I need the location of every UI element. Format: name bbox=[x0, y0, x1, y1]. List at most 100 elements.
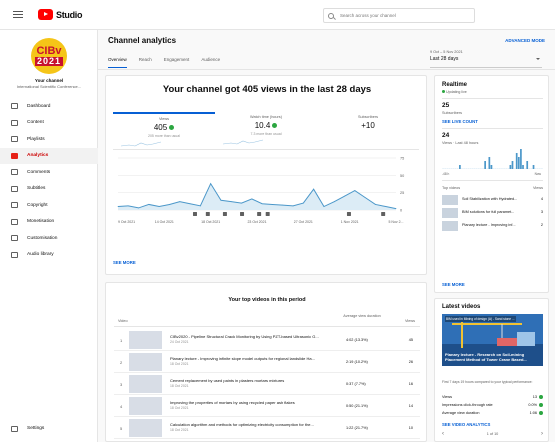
video-publish-marker[interactable] bbox=[265, 212, 270, 216]
realtime-bar[interactable] bbox=[477, 168, 480, 170]
video-publish-marker[interactable] bbox=[205, 212, 210, 216]
see-video-analytics-link[interactable]: SEE VIDEO ANALYTICS bbox=[442, 422, 490, 427]
tab-audience[interactable]: Audience bbox=[201, 57, 220, 68]
table-row[interactable]: 2 Planary lecture - Improving infinite sl… bbox=[114, 351, 420, 373]
table-row[interactable]: 4 Improving the properties of mortars by … bbox=[114, 395, 420, 417]
sidebar-item-customisation[interactable]: Customisation bbox=[0, 230, 98, 247]
realtime-video-row[interactable]: Planary lecture - Improving inf... 2 bbox=[442, 220, 543, 232]
realtime-bar[interactable] bbox=[467, 168, 470, 170]
realtime-bar[interactable] bbox=[471, 168, 474, 170]
advanced-mode-button[interactable]: ADVANCED MODE bbox=[505, 38, 545, 43]
realtime-bar[interactable] bbox=[461, 168, 463, 170]
realtime-see-more-link[interactable]: SEE MORE bbox=[442, 282, 465, 287]
metric-views[interactable]: Views 405 205 more than usual bbox=[113, 112, 215, 149]
realtime-bar[interactable] bbox=[490, 165, 493, 169]
video-publish-marker[interactable] bbox=[257, 212, 262, 216]
sidebar-item-subtitles[interactable]: Subtitles bbox=[0, 181, 98, 198]
realtime-bar[interactable] bbox=[465, 168, 468, 170]
tab-overview[interactable]: Overview bbox=[108, 57, 127, 68]
tab-reach[interactable]: Reach bbox=[139, 57, 152, 68]
realtime-bar[interactable] bbox=[482, 168, 484, 170]
video-thumbnail[interactable] bbox=[129, 331, 162, 349]
realtime-bar[interactable] bbox=[486, 168, 489, 170]
video-thumbnail[interactable] bbox=[129, 375, 162, 393]
sidebar-item-copyright[interactable]: Copyright bbox=[0, 197, 98, 214]
sidebar-item-dashboard[interactable]: Dashboard bbox=[0, 98, 98, 115]
video-thumbnail[interactable] bbox=[129, 419, 162, 437]
realtime-bar[interactable] bbox=[463, 168, 465, 170]
realtime-bar[interactable] bbox=[513, 168, 516, 170]
col-avd[interactable]: Average view duration bbox=[342, 314, 382, 319]
table-row[interactable]: 3 Cement replacement by used paints in pl… bbox=[114, 373, 420, 395]
realtime-bar[interactable] bbox=[454, 168, 457, 170]
realtime-bar[interactable] bbox=[524, 168, 526, 170]
metric-subscribers[interactable]: Subscribers +10 bbox=[317, 112, 419, 149]
realtime-bar[interactable] bbox=[522, 165, 524, 169]
realtime-bar[interactable] bbox=[473, 168, 476, 170]
realtime-bar[interactable] bbox=[469, 168, 472, 170]
realtime-bar[interactable] bbox=[501, 168, 503, 170]
sidebar-item-settings[interactable]: Settings bbox=[0, 421, 98, 436]
see-live-count-link[interactable]: SEE LIVE COUNT bbox=[442, 119, 478, 124]
video-publish-marker[interactable] bbox=[222, 212, 227, 216]
realtime-bar[interactable] bbox=[480, 168, 482, 170]
sidebar-item-comments[interactable]: Comments bbox=[0, 164, 98, 181]
channel-avatar[interactable]: CIBv 2021 bbox=[31, 38, 67, 74]
realtime-bar[interactable] bbox=[499, 168, 501, 170]
realtime-bar[interactable] bbox=[530, 168, 533, 170]
realtime-bar[interactable] bbox=[444, 168, 447, 170]
sidebar-item-playlists[interactable]: Playlists bbox=[0, 131, 98, 148]
video-title[interactable]: Improving the properties of mortars by u… bbox=[170, 400, 335, 405]
sidebar-item-monetisation[interactable]: Monetisation bbox=[0, 214, 98, 231]
video-thumbnail[interactable] bbox=[129, 397, 162, 415]
realtime-bar[interactable] bbox=[534, 168, 537, 170]
realtime-bar[interactable] bbox=[475, 168, 478, 170]
video-title[interactable]: CIBv2020 - Pipeline Structural Crack Mon… bbox=[170, 334, 335, 339]
video-title[interactable]: Calculation algorithm and methods for op… bbox=[170, 422, 335, 427]
realtime-bar[interactable] bbox=[484, 161, 486, 169]
realtime-bar[interactable] bbox=[526, 161, 529, 169]
realtime-bar[interactable] bbox=[509, 165, 512, 169]
realtime-bar[interactable] bbox=[496, 168, 499, 170]
video-publish-marker[interactable] bbox=[381, 212, 386, 216]
realtime-bar[interactable] bbox=[536, 168, 539, 170]
realtime-bar[interactable] bbox=[538, 168, 541, 170]
chevron-left-icon[interactable]: ‹ bbox=[442, 431, 444, 437]
realtime-bar[interactable] bbox=[442, 168, 444, 170]
realtime-bar[interactable] bbox=[492, 168, 495, 170]
video-thumbnail[interactable] bbox=[129, 353, 162, 371]
video-publish-marker[interactable] bbox=[192, 212, 197, 216]
realtime-video-row[interactable]: BIM solutions for full paramet... 3 bbox=[442, 207, 543, 219]
video-publish-marker[interactable] bbox=[240, 212, 245, 216]
sidebar-item-audio-library[interactable]: Audio library bbox=[0, 247, 98, 264]
realtime-bar[interactable] bbox=[541, 168, 543, 170]
latest-video-thumbnail[interactable]: BIM used in Mining of design (A) - Sand … bbox=[442, 314, 543, 366]
realtime-bar[interactable] bbox=[459, 165, 461, 169]
tab-engagement[interactable]: Engagement bbox=[164, 57, 190, 68]
realtime-bar[interactable] bbox=[488, 157, 491, 169]
realtime-bar[interactable] bbox=[520, 149, 522, 169]
realtime-bar[interactable] bbox=[505, 168, 508, 170]
sidebar-item-content[interactable]: Content bbox=[0, 115, 98, 132]
realtime-bar[interactable] bbox=[450, 168, 453, 170]
search-box[interactable] bbox=[323, 8, 475, 23]
studio-logo[interactable]: Studio bbox=[38, 9, 83, 20]
realtime-bar[interactable] bbox=[503, 168, 505, 170]
realtime-bar[interactable] bbox=[456, 168, 459, 170]
table-row[interactable]: 1 CIBv2020 - Pipeline Structural Crack Mo… bbox=[114, 329, 420, 351]
video-title[interactable]: Planary lecture - Improving infinite slo… bbox=[170, 356, 335, 361]
realtime-bar[interactable] bbox=[517, 157, 520, 169]
realtime-bar[interactable] bbox=[511, 161, 514, 169]
chevron-right-icon[interactable]: › bbox=[541, 431, 543, 437]
realtime-bar[interactable] bbox=[532, 165, 535, 169]
realtime-bar[interactable] bbox=[452, 168, 455, 170]
video-publish-marker[interactable] bbox=[346, 212, 351, 216]
realtime-bar[interactable] bbox=[446, 168, 449, 170]
metric-watch-time[interactable]: Watch time (hours) 10.4 7.3 more than us… bbox=[215, 112, 317, 149]
realtime-bar[interactable] bbox=[515, 153, 518, 169]
sidebar-item-analytics[interactable]: Analytics bbox=[0, 147, 98, 164]
video-title[interactable]: Cement replacement by used paints in pla… bbox=[170, 378, 335, 383]
realtime-bar[interactable] bbox=[528, 168, 531, 170]
date-range-picker[interactable]: 9 Oct – 5 Nov 2021 Last 28 days bbox=[430, 50, 542, 68]
search-input[interactable] bbox=[340, 13, 460, 18]
